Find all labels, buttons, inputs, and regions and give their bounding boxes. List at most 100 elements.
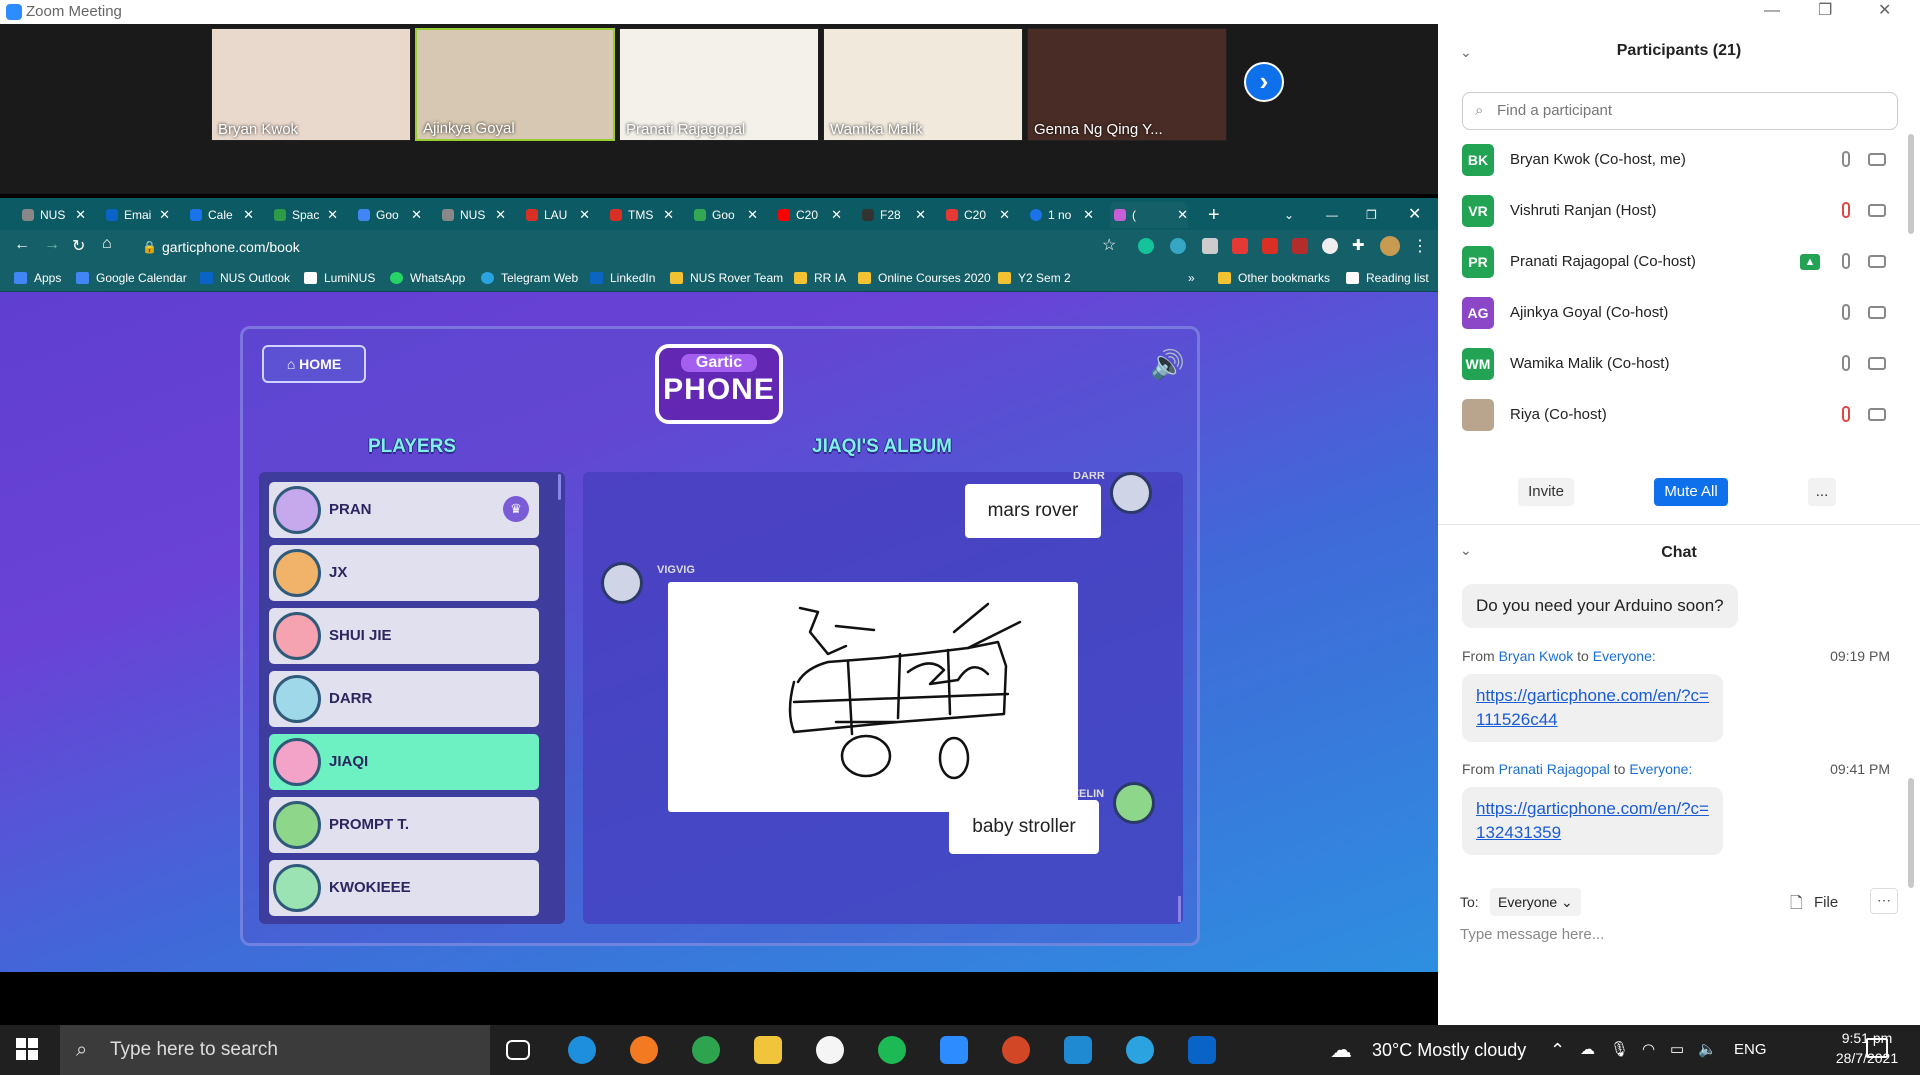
chat-link[interactable]: 111526c44 bbox=[1476, 710, 1558, 729]
message-input[interactable]: Type message here... bbox=[1460, 926, 1900, 1016]
profile-avatar[interactable] bbox=[1380, 236, 1400, 256]
browser-tab[interactable]: Spac ✕ bbox=[270, 202, 338, 228]
video-camera-icon[interactable] bbox=[1868, 408, 1886, 421]
recipient-dropdown[interactable]: Everyone ⌄ bbox=[1490, 888, 1581, 916]
edge-icon[interactable] bbox=[568, 1036, 596, 1064]
vscode-icon[interactable] bbox=[1064, 1036, 1092, 1064]
tab-close-icon[interactable]: ✕ bbox=[159, 202, 170, 228]
tab-search-icon[interactable]: ⌄ bbox=[1280, 202, 1304, 228]
chrome-menu-icon[interactable]: ⋮ bbox=[1412, 236, 1428, 256]
show-hidden-icons-icon[interactable]: ⌃ bbox=[1550, 1025, 1565, 1075]
tab-close-icon[interactable]: ✕ bbox=[495, 202, 506, 228]
video-camera-icon[interactable] bbox=[1868, 306, 1886, 319]
bookmark-folder[interactable]: RR IA bbox=[794, 270, 846, 286]
browser-tab[interactable]: NUS ✕ bbox=[18, 202, 86, 228]
tab-close-icon[interactable]: ✕ bbox=[1083, 202, 1094, 228]
weather-cloud-icon[interactable]: ☁ bbox=[1330, 1025, 1352, 1075]
notifications-icon[interactable] bbox=[1866, 1038, 1888, 1058]
microphone-icon[interactable] bbox=[1842, 304, 1850, 320]
battery-icon[interactable]: ▭ bbox=[1670, 1025, 1684, 1075]
telegram-icon[interactable] bbox=[1126, 1036, 1154, 1064]
video-camera-icon[interactable] bbox=[1868, 204, 1886, 217]
browser-tab-active[interactable]: (✕ bbox=[1110, 202, 1188, 228]
tab-close-icon[interactable]: ✕ bbox=[831, 202, 842, 228]
new-tab-icon[interactable]: + bbox=[1204, 202, 1228, 228]
sound-speaker-icon[interactable]: 🔊 bbox=[1150, 348, 1185, 381]
powerpoint-icon[interactable] bbox=[1002, 1036, 1030, 1064]
extension-icon[interactable] bbox=[1170, 238, 1186, 254]
firefox-icon[interactable] bbox=[630, 1036, 658, 1064]
file-explorer-icon[interactable] bbox=[754, 1036, 782, 1064]
browser-tab[interactable]: Cale ✕ bbox=[186, 202, 254, 228]
microphone-icon[interactable] bbox=[1842, 355, 1850, 371]
onedrive-icon[interactable]: ☁ bbox=[1580, 1025, 1595, 1075]
more-options-button[interactable]: ... bbox=[1808, 478, 1836, 506]
browser-tab[interactable]: Goo ✕ bbox=[690, 202, 758, 228]
microphone-muted-icon[interactable] bbox=[1842, 202, 1850, 218]
bookmark-item[interactable]: NUS Outlook bbox=[200, 270, 290, 286]
browser-tab[interactable]: C20 ✕ bbox=[774, 202, 842, 228]
tab-close-icon[interactable]: ✕ bbox=[243, 202, 254, 228]
video-tile[interactable]: Ajinkya Goyal bbox=[415, 28, 615, 141]
browser-tab[interactable]: 1 no ✕ bbox=[1026, 202, 1094, 228]
file-icon[interactable]: 🗋 bbox=[1790, 892, 1803, 919]
video-camera-icon[interactable] bbox=[1868, 153, 1886, 166]
weather-text[interactable]: 30°C Mostly cloudy bbox=[1372, 1025, 1526, 1075]
tab-close-icon[interactable]: ✕ bbox=[327, 202, 338, 228]
chrome-icon[interactable] bbox=[692, 1036, 720, 1064]
bookmark-folder[interactable]: Other bookmarks bbox=[1218, 270, 1330, 286]
volume-icon[interactable]: 🔈 bbox=[1698, 1025, 1717, 1075]
recipient-name[interactable]: Everyone: bbox=[1593, 648, 1656, 664]
pocket-extension-icon[interactable] bbox=[1232, 238, 1248, 254]
minimize-icon[interactable]: — bbox=[1764, 0, 1780, 22]
spotify-icon[interactable] bbox=[878, 1036, 906, 1064]
address-bar[interactable]: 🔒 garticphone.com/book bbox=[130, 234, 1090, 260]
participant-row[interactable]: AG Ajinkya Goyal (Co-host) bbox=[1462, 297, 1902, 337]
browser-tab[interactable]: F28 ✕ bbox=[858, 202, 926, 228]
chat-link[interactable]: https://garticphone.com/en/?c= bbox=[1476, 799, 1709, 818]
itunes-icon[interactable] bbox=[816, 1036, 844, 1064]
sender-name[interactable]: Pranati Rajagopal bbox=[1499, 761, 1610, 777]
browser-tab[interactable]: LAU ✕ bbox=[522, 202, 590, 228]
extensions-puzzle-icon[interactable]: ✚ bbox=[1352, 236, 1365, 254]
bookmark-item[interactable]: Google Calendar bbox=[76, 270, 187, 286]
browser-tab[interactable]: NUS ✕ bbox=[438, 202, 506, 228]
grammarly-extension-icon[interactable] bbox=[1138, 238, 1154, 254]
chat-link[interactable]: 132431359 bbox=[1476, 823, 1561, 842]
video-tile[interactable]: Bryan Kwok bbox=[211, 28, 411, 141]
windows-start-icon[interactable] bbox=[16, 1038, 38, 1060]
bookmark-item[interactable]: LumiNUS bbox=[304, 270, 375, 286]
tab-close-icon[interactable]: ✕ bbox=[75, 202, 86, 228]
invite-button[interactable]: Invite bbox=[1518, 478, 1574, 506]
microphone-muted-icon[interactable] bbox=[1842, 406, 1850, 422]
task-view-icon[interactable] bbox=[506, 1040, 530, 1060]
bookmark-folder[interactable]: Y2 Sem 2 bbox=[998, 270, 1071, 286]
back-icon[interactable]: ← bbox=[14, 236, 30, 254]
home-button[interactable]: ⌂ HOME bbox=[262, 345, 366, 383]
bookmark-item[interactable]: WhatsApp bbox=[390, 270, 465, 286]
microphone-icon[interactable]: 🎙 bbox=[1610, 1025, 1629, 1075]
sender-name[interactable]: Bryan Kwok bbox=[1499, 648, 1574, 664]
microphone-icon[interactable] bbox=[1842, 253, 1850, 269]
find-participant-input[interactable]: ⌕ Find a participant bbox=[1462, 92, 1898, 130]
microphone-icon[interactable] bbox=[1842, 151, 1850, 167]
extension-icon[interactable] bbox=[1292, 238, 1308, 254]
close-icon[interactable]: ✕ bbox=[1404, 202, 1428, 228]
pdf-extension-icon[interactable] bbox=[1262, 238, 1278, 254]
players-scrollbar[interactable] bbox=[558, 474, 561, 500]
browser-tab[interactable]: C20 ✕ bbox=[942, 202, 1010, 228]
taskbar-search-box[interactable]: ⌕ Type here to search bbox=[60, 1025, 490, 1075]
tab-close-icon[interactable]: ✕ bbox=[747, 202, 758, 228]
chat-link[interactable]: https://garticphone.com/en/?c= bbox=[1476, 686, 1709, 705]
language-indicator[interactable]: ENG bbox=[1734, 1025, 1767, 1075]
participant-row[interactable]: VR Vishruti Ranjan (Host) bbox=[1462, 195, 1902, 235]
extension-icon[interactable] bbox=[1322, 238, 1338, 254]
tab-close-icon[interactable]: ✕ bbox=[999, 202, 1010, 228]
tab-close-icon[interactable]: ✕ bbox=[411, 202, 422, 228]
bookmark-star-icon[interactable]: ☆ bbox=[1102, 235, 1116, 255]
bookmark-item[interactable]: LinkedIn bbox=[590, 270, 655, 286]
participant-row[interactable]: BK Bryan Kwok (Co-host, me) bbox=[1462, 144, 1902, 184]
zoom-icon[interactable] bbox=[940, 1036, 968, 1064]
home-icon[interactable]: ⌂ bbox=[102, 235, 112, 253]
participant-row[interactable]: PR Pranati Rajagopal (Co-host) ▲ bbox=[1462, 246, 1902, 286]
